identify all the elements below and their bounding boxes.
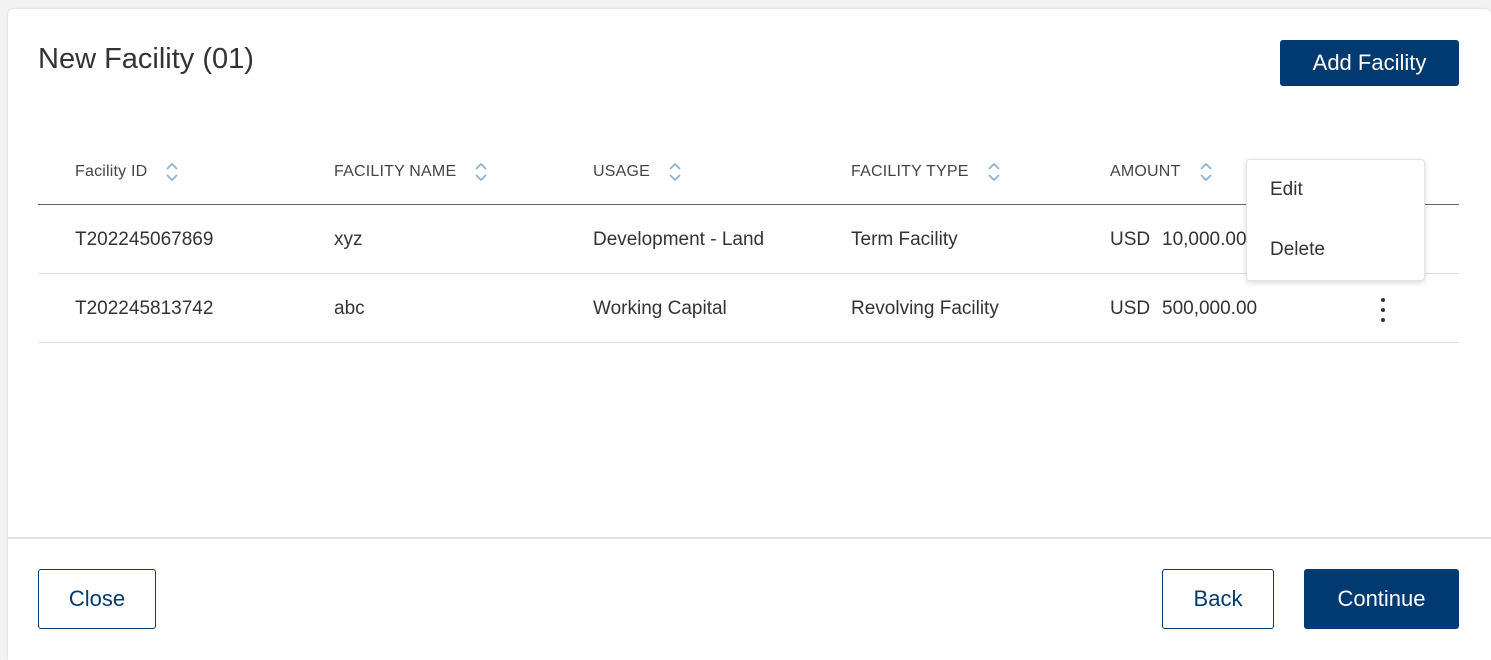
dot [1381,318,1385,322]
sort-icon[interactable] [474,161,488,183]
facility-name-cell: xyz [334,228,363,250]
column-header-label: AMOUNT [1110,163,1181,180]
currency-label: USD [1110,297,1151,319]
dot [1381,308,1385,312]
sort-icon[interactable] [668,161,682,183]
facility-id-cell: T202245813742 [75,297,214,319]
sort-icon[interactable] [987,161,1001,183]
column-header-usage[interactable]: USAGE [593,147,682,197]
sort-icon[interactable] [1199,161,1213,183]
facility-type-cell: Term Facility [851,228,958,250]
facility-type-cell: Revolving Facility [851,297,999,319]
column-header-label: FACILITY TYPE [851,163,969,180]
add-facility-button[interactable]: Add Facility [1280,40,1459,86]
column-header-amount[interactable]: AMOUNT [1110,147,1213,197]
amount-cell: USD 500,000.00 [1110,274,1257,343]
footer-divider [8,537,1491,539]
kebab-menu-icon[interactable] [1373,296,1393,324]
page-title: New Facility (01) [38,43,254,75]
dot [1381,298,1385,302]
column-header-facility-id[interactable]: Facility ID [75,147,179,197]
column-header-facility-name[interactable]: FACILITY NAME [334,147,488,197]
facility-id-cell: T202245067869 [75,228,214,250]
close-button[interactable]: Close [38,569,156,629]
facility-name-cell: abc [334,297,365,319]
amount-value: 500,000.00 [1162,297,1258,319]
row-actions-menu: Edit Delete [1246,159,1425,281]
amount-value: 10,000.00 [1162,228,1247,250]
continue-button[interactable]: Continue [1304,569,1459,629]
menu-item-edit[interactable]: Edit [1247,160,1424,220]
menu-item-delete[interactable]: Delete [1247,220,1424,280]
usage-cell: Working Capital [593,297,727,319]
usage-cell: Development - Land [593,228,765,250]
column-header-label: FACILITY NAME [334,163,457,180]
amount-cell: USD 10,000.00 [1110,205,1247,274]
column-header-label: USAGE [593,163,651,180]
table-row: T202245813742 abc Working Capital Revolv… [38,274,1459,343]
currency-label: USD [1110,228,1151,250]
back-button[interactable]: Back [1162,569,1274,629]
column-header-label: Facility ID [75,163,148,180]
column-header-facility-type[interactable]: FACILITY TYPE [851,147,1001,197]
facility-panel: New Facility (01) Add Facility Facility … [8,9,1491,660]
sort-icon[interactable] [165,161,179,183]
